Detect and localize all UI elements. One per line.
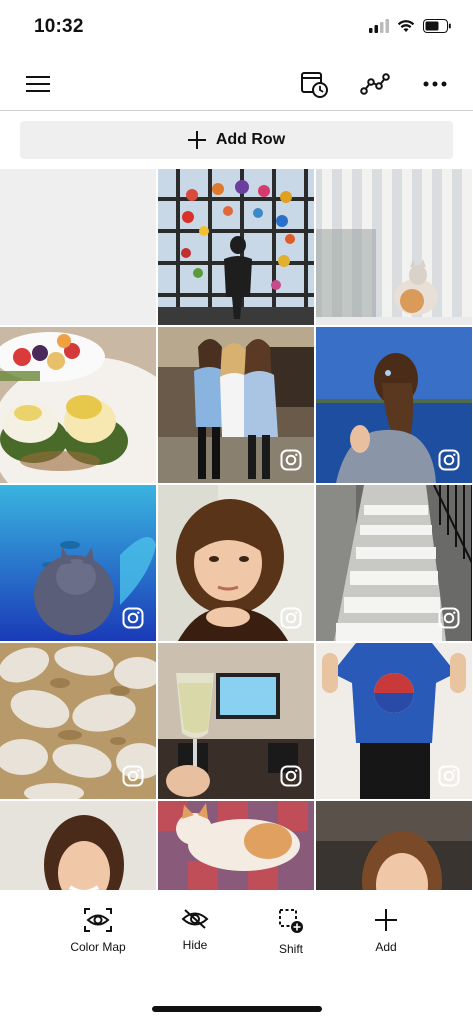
- status-bar: 10:32: [0, 0, 473, 56]
- girl-by-lake-photo[interactable]: [316, 327, 472, 483]
- shift-button[interactable]: Shift: [246, 908, 336, 956]
- plus-icon: [187, 131, 206, 149]
- instagram-icon: [122, 765, 144, 787]
- cat-window-blinds-photo[interactable]: [316, 169, 472, 325]
- hide-button[interactable]: Hide: [150, 908, 240, 952]
- cat-on-blanket-photo[interactable]: [158, 801, 314, 890]
- add-button[interactable]: Add: [341, 908, 431, 954]
- home-indicator[interactable]: [152, 1006, 322, 1012]
- battery-icon: [423, 19, 451, 33]
- wifi-icon: [397, 20, 415, 32]
- hamburger-menu-icon: [26, 76, 50, 92]
- schedule-button[interactable]: [296, 66, 332, 102]
- glass-art-window-photo[interactable]: [158, 169, 314, 325]
- white-stairs-photo[interactable]: [316, 485, 472, 641]
- more-dots-icon: [423, 81, 447, 87]
- instagram-icon: [438, 607, 460, 629]
- drink-glass-tv-photo[interactable]: [158, 643, 314, 799]
- hide-label: Hide: [182, 938, 208, 952]
- selfie-photo[interactable]: [158, 485, 314, 641]
- calendar-clock-icon: [301, 72, 328, 98]
- grateful-dead-shirt-photo[interactable]: [316, 643, 472, 799]
- line-chart-icon: [360, 73, 390, 95]
- eye-scan-icon: [84, 908, 112, 932]
- color-map-button[interactable]: Color Map: [53, 908, 143, 954]
- status-time: 10:32: [34, 16, 84, 37]
- toolbar-divider: [0, 110, 473, 111]
- color-map-label: Color Map: [70, 940, 126, 954]
- menu-button[interactable]: [20, 66, 56, 102]
- plus-icon: [375, 909, 397, 931]
- add-row-label: Add Row: [215, 131, 286, 148]
- top-toolbar: [0, 56, 473, 110]
- eye-off-icon: [181, 909, 209, 929]
- three-friends-photo[interactable]: [158, 327, 314, 483]
- shift-label: Shift: [278, 942, 303, 956]
- bottom-action-bar: Color Map Hide Shift Add: [0, 890, 473, 990]
- cellular-signal-icon: [369, 19, 389, 33]
- instagram-icon: [122, 607, 144, 629]
- instagram-icon: [280, 765, 302, 787]
- sugared-pastries-photo[interactable]: [0, 643, 156, 799]
- cat-aquarium-photo[interactable]: [0, 485, 156, 641]
- analytics-button[interactable]: [357, 66, 393, 102]
- instagram-icon: [280, 607, 302, 629]
- more-options-button[interactable]: [417, 66, 453, 102]
- add-label: Add: [375, 940, 397, 954]
- empty-slot[interactable]: [0, 169, 156, 325]
- photo-grid: [0, 169, 473, 890]
- add-row-button[interactable]: Add Row: [20, 121, 453, 159]
- eggs-benedict-photo[interactable]: [0, 327, 156, 483]
- smiling-girl-2-photo[interactable]: [316, 801, 472, 890]
- instagram-icon: [438, 449, 460, 471]
- smiling-girl-photo[interactable]: [0, 801, 156, 890]
- shift-select-icon: [279, 909, 303, 933]
- instagram-icon: [280, 449, 302, 471]
- instagram-icon: [438, 765, 460, 787]
